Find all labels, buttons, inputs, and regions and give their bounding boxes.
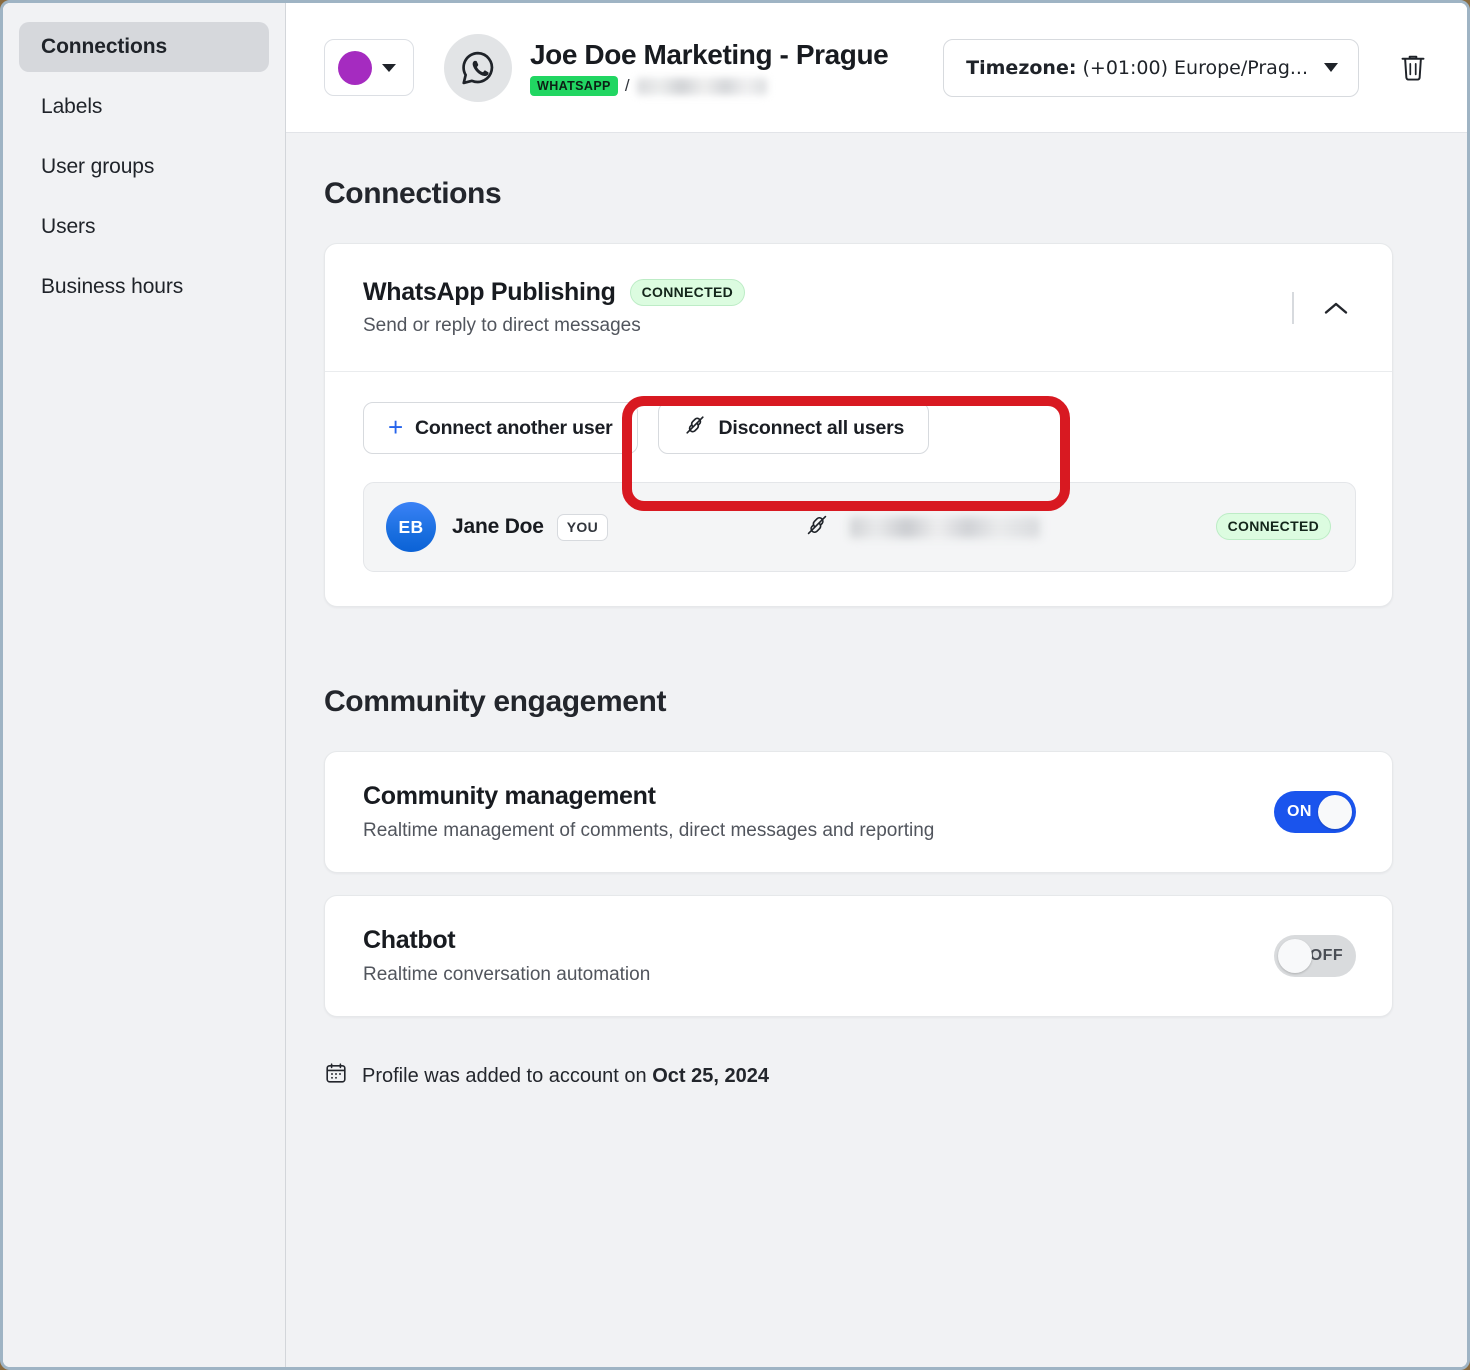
community-management-toggle[interactable]: ON: [1274, 791, 1356, 833]
sidebar-item-business-hours[interactable]: Business hours: [19, 262, 269, 312]
feature-description: Realtime management of comments, direct …: [363, 820, 1274, 842]
chevron-up-icon: [1323, 300, 1349, 316]
sidebar-item-label: Business hours: [41, 275, 183, 299]
footer-date: Oct 25, 2024: [652, 1065, 769, 1087]
chatbot-card: Chatbot Realtime conversation automation…: [324, 895, 1393, 1017]
connection-header-actions: [1292, 288, 1356, 328]
profile-title-block: Joe Doe Marketing - Prague WHATSAPP /: [530, 39, 943, 96]
sidebar-item-label: User groups: [41, 155, 154, 179]
feature-description: Realtime conversation automation: [363, 964, 1274, 986]
feature-title: Community management: [363, 782, 1274, 811]
connect-another-user-button[interactable]: + Connect another user: [363, 402, 638, 454]
status-badge: CONNECTED: [630, 279, 745, 306]
unlink-icon: [683, 413, 707, 443]
whatsapp-avatar: [444, 34, 512, 102]
redacted-account-name: [850, 517, 1040, 538]
settings-sidebar: Connections Labels User groups Users Bus…: [3, 3, 286, 1367]
profile-created-note: Profile was added to account on Oct 25, …: [324, 1061, 1393, 1091]
sidebar-item-labels[interactable]: Labels: [19, 82, 269, 132]
community-management-texts: Community management Realtime management…: [363, 782, 1274, 842]
button-label: Connect another user: [415, 417, 613, 440]
you-chip: YOU: [557, 514, 608, 541]
collapse-connection-button[interactable]: [1316, 288, 1356, 328]
chatbot-texts: Chatbot Realtime conversation automation: [363, 926, 1274, 986]
community-engagement-heading: Community engagement: [324, 685, 1393, 719]
settings-body: Connections WhatsApp Publishing CONNECTE…: [286, 133, 1467, 1367]
plus-icon: +: [388, 414, 403, 440]
user-status-wrap: CONNECTED: [1216, 518, 1331, 536]
toggle-knob: [1318, 795, 1352, 829]
sidebar-item-label: Labels: [41, 95, 102, 119]
toggle-label: ON: [1287, 803, 1312, 821]
connection-description: Send or reply to direct messages: [363, 315, 1292, 337]
timezone-value: Timezone: (+01:00) Europe/Prag...: [966, 57, 1308, 79]
sidebar-item-label: Connections: [41, 35, 167, 59]
connection-card-header[interactable]: WhatsApp Publishing CONNECTED Send or re…: [325, 244, 1392, 372]
sidebar-item-users[interactable]: Users: [19, 202, 269, 252]
profile-header: Joe Doe Marketing - Prague WHATSAPP / Ti…: [286, 3, 1467, 133]
connected-user-row[interactable]: EB Jane Doe YOU: [363, 482, 1356, 572]
user-name: Jane Doe: [452, 515, 544, 539]
chevron-down-icon: [1324, 63, 1338, 72]
user-account-info: [804, 512, 1216, 543]
subline-separator: /: [625, 76, 630, 96]
footer-text: Profile was added to account on Oct 25, …: [362, 1065, 769, 1088]
page-title: Joe Doe Marketing - Prague: [530, 39, 943, 71]
community-management-card: Community management Realtime management…: [324, 751, 1393, 873]
network-badge: WHATSAPP: [530, 76, 618, 96]
connection-card: WhatsApp Publishing CONNECTED Send or re…: [324, 243, 1393, 607]
footer-text-prefix: Profile was added to account on: [362, 1065, 652, 1087]
calendar-icon: [324, 1061, 348, 1091]
content-pane: Joe Doe Marketing - Prague WHATSAPP / Ti…: [286, 3, 1467, 1367]
toggle-knob: [1278, 939, 1312, 973]
timezone-select[interactable]: Timezone: (+01:00) Europe/Prag...: [943, 39, 1359, 97]
trash-icon: [1398, 52, 1428, 84]
profile-color-picker[interactable]: [324, 39, 414, 96]
app-window: Connections Labels User groups Users Bus…: [0, 0, 1470, 1370]
timezone-label: Timezone:: [966, 57, 1076, 79]
chatbot-toggle[interactable]: OFF: [1274, 935, 1356, 977]
feature-title: Chatbot: [363, 926, 1274, 955]
disconnect-all-users-button[interactable]: Disconnect all users: [658, 402, 930, 454]
connection-card-body: + Connect another user Di: [325, 372, 1392, 606]
delete-profile-button[interactable]: [1393, 48, 1433, 88]
chevron-down-icon: [382, 64, 396, 72]
avatar: EB: [386, 502, 436, 552]
button-label: Disconnect all users: [719, 417, 905, 440]
status-badge: CONNECTED: [1216, 513, 1331, 540]
profile-subline: WHATSAPP /: [530, 76, 943, 96]
connection-header-texts: WhatsApp Publishing CONNECTED Send or re…: [363, 278, 1292, 337]
sidebar-item-user-groups[interactable]: User groups: [19, 142, 269, 192]
timezone-selected: (+01:00) Europe/Prag...: [1082, 57, 1308, 79]
unlink-icon: [804, 512, 830, 543]
toggle-label: OFF: [1310, 947, 1343, 965]
redacted-handle: [637, 78, 767, 95]
sidebar-item-label: Users: [41, 215, 95, 239]
connections-heading: Connections: [324, 177, 1393, 211]
sidebar-item-connections[interactable]: Connections: [19, 22, 269, 72]
vertical-divider: [1292, 292, 1294, 324]
connection-actions-row: + Connect another user Di: [363, 402, 1356, 454]
connection-name-row: WhatsApp Publishing CONNECTED: [363, 278, 1292, 307]
color-swatch: [338, 51, 372, 85]
connection-name: WhatsApp Publishing: [363, 278, 616, 307]
